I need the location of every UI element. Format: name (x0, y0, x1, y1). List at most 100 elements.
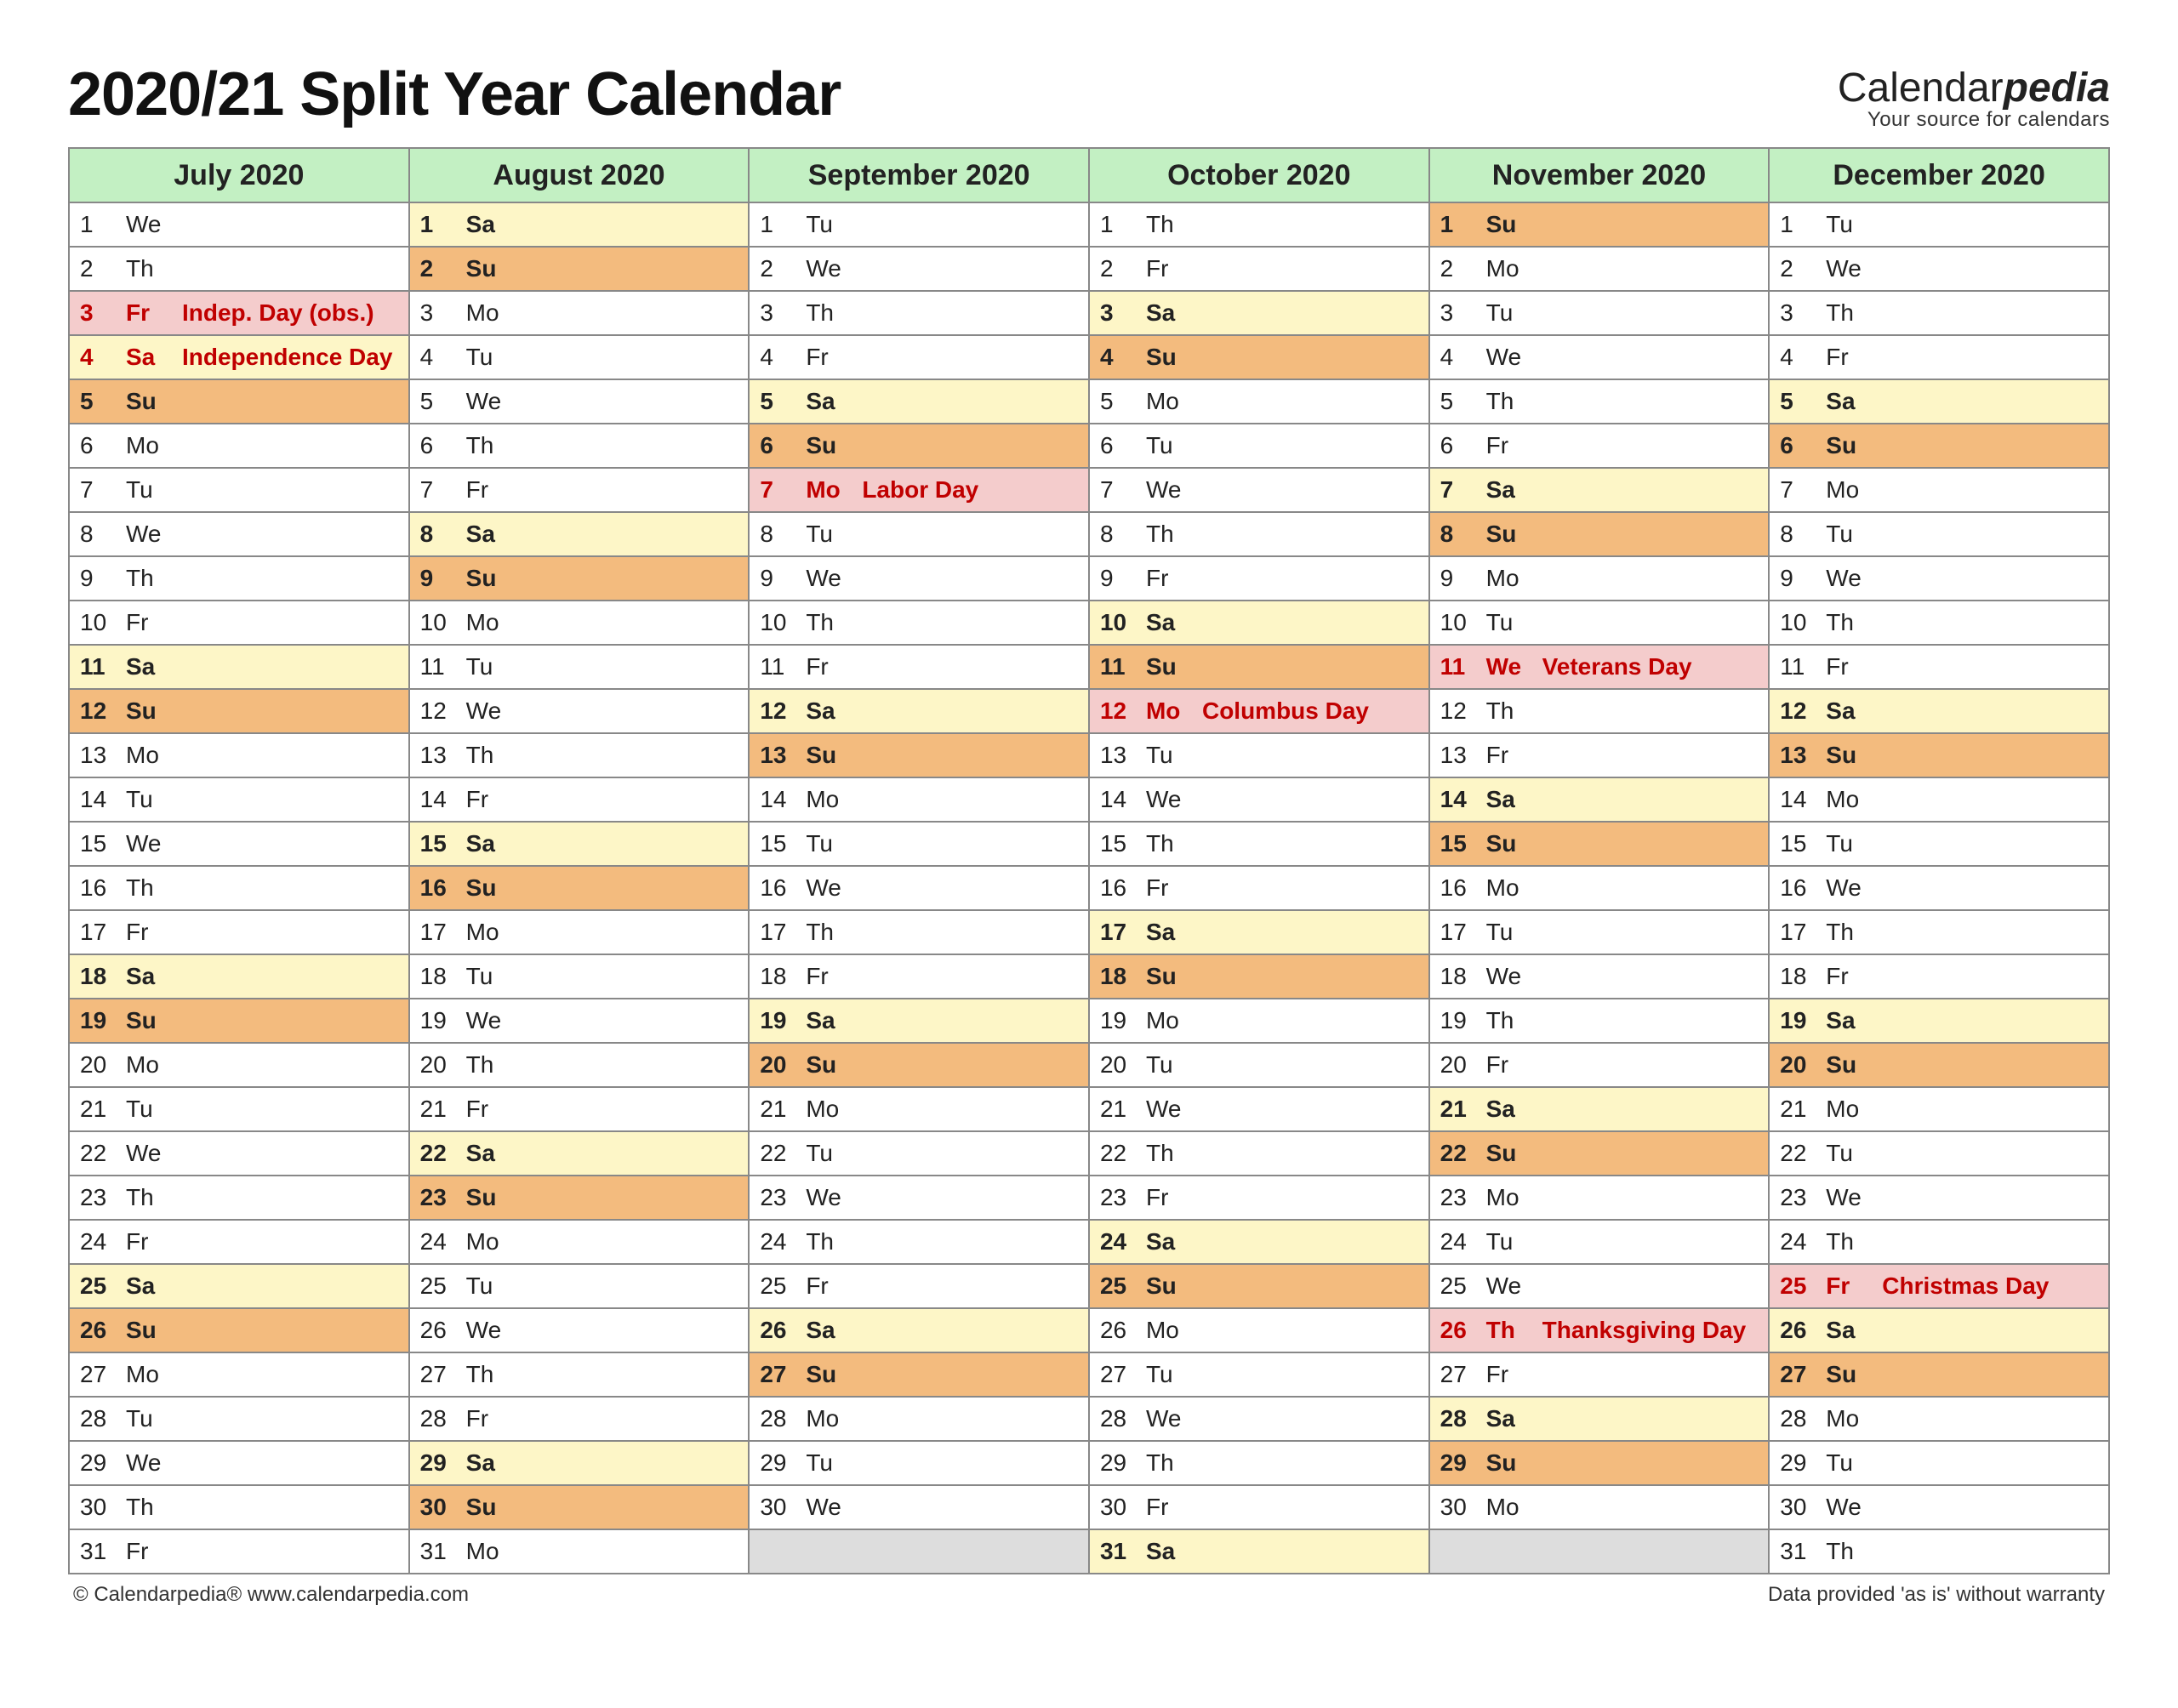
day-cell: 25Su (1089, 1264, 1429, 1308)
day-of-week: We (1826, 1184, 1873, 1211)
day-number: 21 (1440, 1096, 1478, 1123)
day-of-week: Su (466, 255, 514, 282)
day-number: 19 (1780, 1007, 1817, 1034)
day-of-week: Tu (1146, 432, 1194, 459)
day-of-week: We (126, 1140, 174, 1167)
day-of-week: Tu (126, 786, 174, 813)
day-cell: 14We (1089, 777, 1429, 822)
day-of-week: Th (806, 1228, 853, 1255)
day-of-week: Fr (1146, 255, 1194, 282)
day-of-week: Mo (1826, 476, 1873, 504)
day-number: 25 (80, 1272, 117, 1300)
day-cell: 26Sa (1769, 1308, 2109, 1352)
day-cell: 8Sa (409, 512, 750, 556)
day-cell: 3FrIndep. Day (obs.) (69, 291, 409, 335)
day-number: 15 (1440, 830, 1478, 857)
day-of-week: Sa (126, 1272, 174, 1300)
day-of-week: Th (1826, 1228, 1873, 1255)
day-number: 25 (420, 1272, 458, 1300)
day-cell: 18We (1429, 954, 1770, 999)
day-cell: 29Th (1089, 1441, 1429, 1485)
day-number: 26 (420, 1317, 458, 1344)
day-cell: 11Fr (749, 645, 1089, 689)
day-cell: 3Mo (409, 291, 750, 335)
day-number: 1 (80, 211, 117, 238)
day-number: 12 (80, 697, 117, 725)
day-of-week: Su (1826, 1051, 1873, 1079)
day-of-week: Su (1146, 344, 1194, 371)
day-number: 4 (420, 344, 458, 371)
day-cell: 10Th (1769, 601, 2109, 645)
day-row: 14Tu14Fr14Mo14We14Sa14Mo (69, 777, 2109, 822)
day-number: 17 (80, 919, 117, 946)
day-of-week: Fr (1826, 1272, 1873, 1300)
day-number: 18 (1440, 963, 1478, 990)
day-cell: 30Mo (1429, 1485, 1770, 1529)
day-number: 5 (1100, 388, 1137, 415)
day-number: 31 (80, 1538, 117, 1565)
day-cell: 28Sa (1429, 1397, 1770, 1441)
day-of-week: Sa (126, 653, 174, 680)
day-number: 25 (1780, 1272, 1817, 1300)
day-number: 21 (80, 1096, 117, 1123)
day-number: 11 (80, 653, 117, 680)
day-of-week: Sa (466, 1140, 514, 1167)
day-of-week: Mo (126, 1051, 174, 1079)
day-cell: 10 Sa (1089, 601, 1429, 645)
day-cell: 22Th (1089, 1131, 1429, 1176)
day-cell: 9Mo (1429, 556, 1770, 601)
day-cell: 12We (409, 689, 750, 733)
day-of-week: We (806, 874, 853, 902)
day-number: 9 (420, 565, 458, 592)
day-number: 2 (1440, 255, 1478, 282)
day-number: 16 (1100, 874, 1137, 902)
day-cell: 10Fr (69, 601, 409, 645)
day-row: 16Th16Su16We16Fr16Mo16We (69, 866, 2109, 910)
day-number: 17 (1440, 919, 1478, 946)
day-number: 10 (1100, 609, 1137, 636)
day-number: 9 (1100, 565, 1137, 592)
holiday-label: Veterans Day (1542, 653, 1759, 680)
day-number: 18 (760, 963, 797, 990)
day-cell: 2Fr (1089, 247, 1429, 291)
day-cell: 30Su (409, 1485, 750, 1529)
day-cell: 6Su (749, 424, 1089, 468)
day-number: 31 (420, 1538, 458, 1565)
day-cell: 29We (69, 1441, 409, 1485)
day-cell: 17Th (1769, 910, 2109, 954)
day-cell: 2Mo (1429, 247, 1770, 291)
day-of-week: Su (1826, 1361, 1873, 1388)
brand-name: Calendarpedia (1838, 65, 2110, 111)
footer-left: © Calendarpedia® www.calendarpedia.com (73, 1583, 469, 1607)
day-of-week: Sa (466, 521, 514, 548)
day-of-week: Su (1826, 742, 1873, 769)
day-of-week: Fr (1826, 653, 1873, 680)
day-number: 28 (1440, 1405, 1478, 1432)
day-of-week: We (126, 830, 174, 857)
day-of-week: We (1486, 653, 1534, 680)
day-number: 17 (1100, 919, 1137, 946)
day-cell: 20Su (749, 1043, 1089, 1087)
month-header: July 2020 (69, 148, 409, 202)
day-cell: 2We (1769, 247, 2109, 291)
day-of-week: Fr (466, 476, 514, 504)
day-cell: 26Mo (1089, 1308, 1429, 1352)
day-cell: 4Fr (749, 335, 1089, 379)
day-cell: 15Sa (409, 822, 750, 866)
day-of-week: Sa (1146, 609, 1194, 636)
day-cell: 1We (69, 202, 409, 247)
day-of-week: Th (126, 874, 174, 902)
day-cell: 20Mo (69, 1043, 409, 1087)
day-cell: 24Fr (69, 1220, 409, 1264)
day-of-week: We (1146, 1405, 1194, 1432)
day-cell: 20Su (1769, 1043, 2109, 1087)
day-cell: 18Su (1089, 954, 1429, 999)
day-number: 24 (1100, 1228, 1137, 1255)
day-number: 5 (760, 388, 797, 415)
day-of-week: We (806, 565, 853, 592)
day-number: 5 (420, 388, 458, 415)
day-of-week: Th (126, 1184, 174, 1211)
day-of-week: Su (806, 1361, 853, 1388)
day-cell: 7Fr (409, 468, 750, 512)
day-row: 1We1Sa1Tu1Th1Su1Tu (69, 202, 2109, 247)
